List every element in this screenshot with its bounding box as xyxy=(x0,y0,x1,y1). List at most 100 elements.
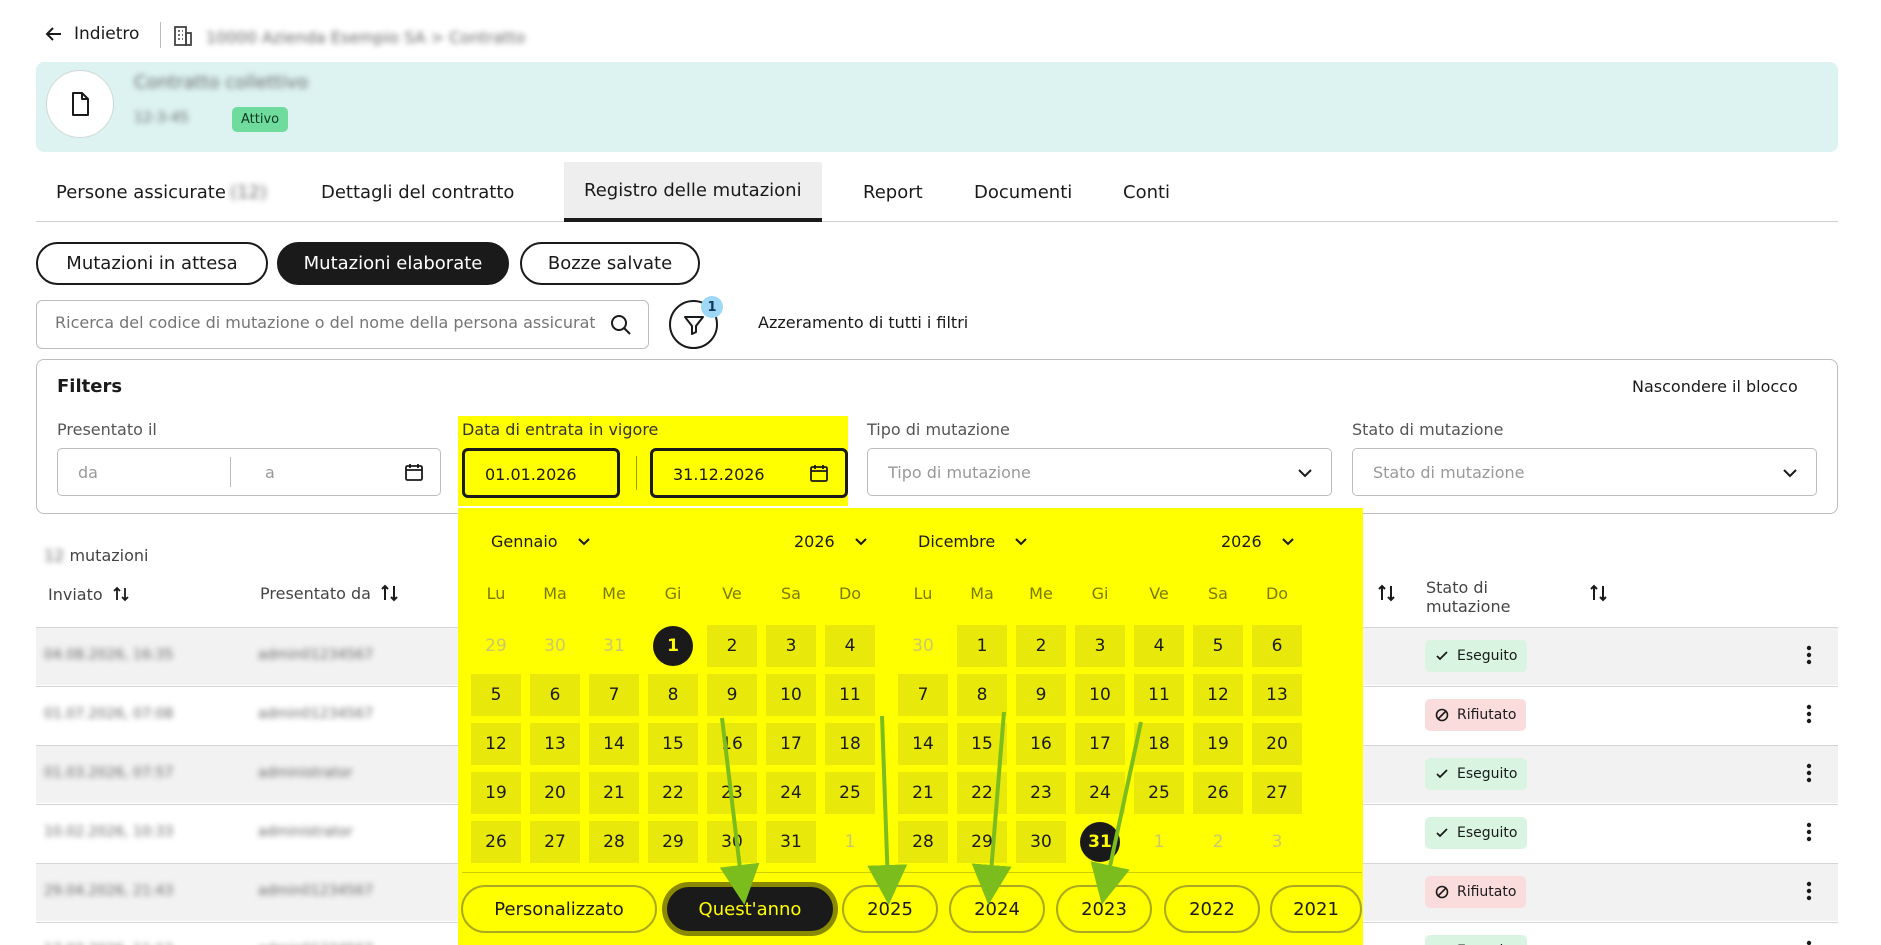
calendar-day[interactable]: 20 xyxy=(1252,723,1302,765)
calendar-day[interactable]: 28 xyxy=(589,821,639,863)
more-options-icon[interactable] xyxy=(1806,645,1812,665)
calendar-day[interactable]: 30 xyxy=(1016,821,1066,863)
type-select[interactable]: Tipo di mutazione xyxy=(867,448,1332,496)
year-preset-button[interactable]: 2024 xyxy=(949,885,1045,933)
calendar-day[interactable]: 17 xyxy=(1075,723,1125,765)
calendar-day[interactable]: 8 xyxy=(648,674,698,716)
calendar-day[interactable]: 2 xyxy=(707,625,757,667)
more-options-icon[interactable] xyxy=(1806,881,1812,901)
calendar-day[interactable]: 22 xyxy=(648,772,698,814)
calendar-day-selected[interactable]: 1 xyxy=(648,625,698,667)
calendar-day[interactable]: 18 xyxy=(1134,723,1184,765)
month-select-left[interactable]: Gennaio xyxy=(491,532,592,551)
back-button[interactable]: Indietro xyxy=(44,24,139,44)
year-preset-button[interactable]: 2023 xyxy=(1056,885,1152,933)
calendar-day[interactable]: 20 xyxy=(530,772,580,814)
calendar-day[interactable]: 13 xyxy=(1252,674,1302,716)
calendar-day[interactable]: 18 xyxy=(825,723,875,765)
calendar-day[interactable]: 10 xyxy=(766,674,816,716)
submitted-date-range[interactable]: da a xyxy=(57,448,441,496)
calendar-day[interactable]: 13 xyxy=(530,723,580,765)
calendar-day[interactable]: 23 xyxy=(1016,772,1066,814)
breadcrumb[interactable]: 10000 Azienda Esempio SA > Contratto xyxy=(206,28,525,47)
calendar-day[interactable]: 19 xyxy=(1193,723,1243,765)
calendar-day[interactable]: 1 xyxy=(957,625,1007,667)
tab-report[interactable]: Report xyxy=(863,162,923,222)
calendar-day[interactable]: 21 xyxy=(898,772,948,814)
calendar-day[interactable]: 5 xyxy=(1193,625,1243,667)
calendar-day[interactable]: 4 xyxy=(825,625,875,667)
tab-contract-details[interactable]: Dettagli del contratto xyxy=(321,162,514,222)
calendar-day[interactable]: 9 xyxy=(707,674,757,716)
calendar-day[interactable]: 25 xyxy=(825,772,875,814)
column-state[interactable]: Stato di mutazione xyxy=(1426,578,1536,616)
calendar-day[interactable]: 6 xyxy=(1252,625,1302,667)
column-submitted-by[interactable]: Presentato da xyxy=(260,582,401,604)
calendar-day[interactable]: 12 xyxy=(1193,674,1243,716)
more-options-icon[interactable] xyxy=(1806,940,1812,945)
calendar-day[interactable]: 15 xyxy=(648,723,698,765)
calendar-day[interactable]: 10 xyxy=(1075,674,1125,716)
tab-insured-persons[interactable]: Persone assicurate (12) xyxy=(56,162,267,222)
calendar-day[interactable]: 19 xyxy=(471,772,521,814)
month-select-right[interactable]: Dicembre xyxy=(918,532,1029,551)
calendar-day[interactable]: 22 xyxy=(957,772,1007,814)
calendar-day[interactable]: 14 xyxy=(898,723,948,765)
calendar-day[interactable]: 30 xyxy=(707,821,757,863)
calendar-day[interactable]: 7 xyxy=(589,674,639,716)
calendar-day[interactable]: 29 xyxy=(957,821,1007,863)
sort-icon[interactable] xyxy=(111,584,131,604)
calendar-day[interactable]: 5 xyxy=(471,674,521,716)
calendar-day[interactable]: 14 xyxy=(589,723,639,765)
calendar-day[interactable]: 3 xyxy=(1075,625,1125,667)
calendar-day[interactable]: 27 xyxy=(1252,772,1302,814)
saved-drafts-button[interactable]: Bozze salvate xyxy=(520,242,700,285)
calendar-day-selected[interactable]: 31 xyxy=(1075,821,1125,863)
calendar-day[interactable]: 2 xyxy=(1016,625,1066,667)
effective-to-input[interactable]: 31.12.2026 xyxy=(650,448,848,498)
more-options-icon[interactable] xyxy=(1806,763,1812,783)
calendar-day[interactable]: 23 xyxy=(707,772,757,814)
calendar-day[interactable]: 7 xyxy=(898,674,948,716)
calendar-day[interactable]: 27 xyxy=(530,821,580,863)
calendar-day[interactable]: 21 xyxy=(589,772,639,814)
effective-from-input[interactable]: 01.01.2026 xyxy=(462,448,620,498)
sort-icon[interactable] xyxy=(1588,582,1610,604)
calendar-day[interactable]: 11 xyxy=(825,674,875,716)
reset-filters-link[interactable]: Azzeramento di tutti i filtri xyxy=(758,313,968,332)
calendar-icon[interactable] xyxy=(809,463,829,483)
calendar-icon[interactable] xyxy=(404,462,424,482)
state-select[interactable]: Stato di mutazione xyxy=(1352,448,1817,496)
calendar-day[interactable]: 12 xyxy=(471,723,521,765)
tab-mutation-register[interactable]: Registro delle mutazioni xyxy=(564,162,822,222)
tab-accounts[interactable]: Conti xyxy=(1123,162,1170,222)
more-options-icon[interactable] xyxy=(1806,704,1812,724)
pending-mutations-button[interactable]: Mutazioni in attesa xyxy=(36,242,268,285)
calendar-day[interactable]: 8 xyxy=(957,674,1007,716)
calendar-day[interactable]: 24 xyxy=(1075,772,1125,814)
search-icon[interactable] xyxy=(610,314,632,336)
processed-mutations-button[interactable]: Mutazioni elaborate xyxy=(277,242,509,285)
year-select-left[interactable]: 2026 xyxy=(794,532,869,551)
calendar-day[interactable]: 31 xyxy=(766,821,816,863)
calendar-day[interactable]: 4 xyxy=(1134,625,1184,667)
year-preset-button[interactable]: Personalizzato xyxy=(461,885,657,933)
calendar-day[interactable]: 11 xyxy=(1134,674,1184,716)
calendar-day[interactable]: 28 xyxy=(898,821,948,863)
sort-icon[interactable] xyxy=(379,582,401,604)
year-preset-button[interactable]: 2021 xyxy=(1270,885,1362,933)
year-select-right[interactable]: 2026 xyxy=(1221,532,1296,551)
calendar-day[interactable]: 6 xyxy=(530,674,580,716)
calendar-day[interactable]: 26 xyxy=(1193,772,1243,814)
year-preset-button[interactable]: 2025 xyxy=(842,885,938,933)
calendar-day[interactable]: 3 xyxy=(766,625,816,667)
more-options-icon[interactable] xyxy=(1806,822,1812,842)
calendar-day[interactable]: 9 xyxy=(1016,674,1066,716)
calendar-day[interactable]: 16 xyxy=(1016,723,1066,765)
calendar-day[interactable]: 17 xyxy=(766,723,816,765)
tab-documents[interactable]: Documenti xyxy=(974,162,1072,222)
search-input[interactable] xyxy=(55,313,595,332)
calendar-day[interactable]: 15 xyxy=(957,723,1007,765)
calendar-day[interactable]: 26 xyxy=(471,821,521,863)
calendar-day[interactable]: 29 xyxy=(648,821,698,863)
